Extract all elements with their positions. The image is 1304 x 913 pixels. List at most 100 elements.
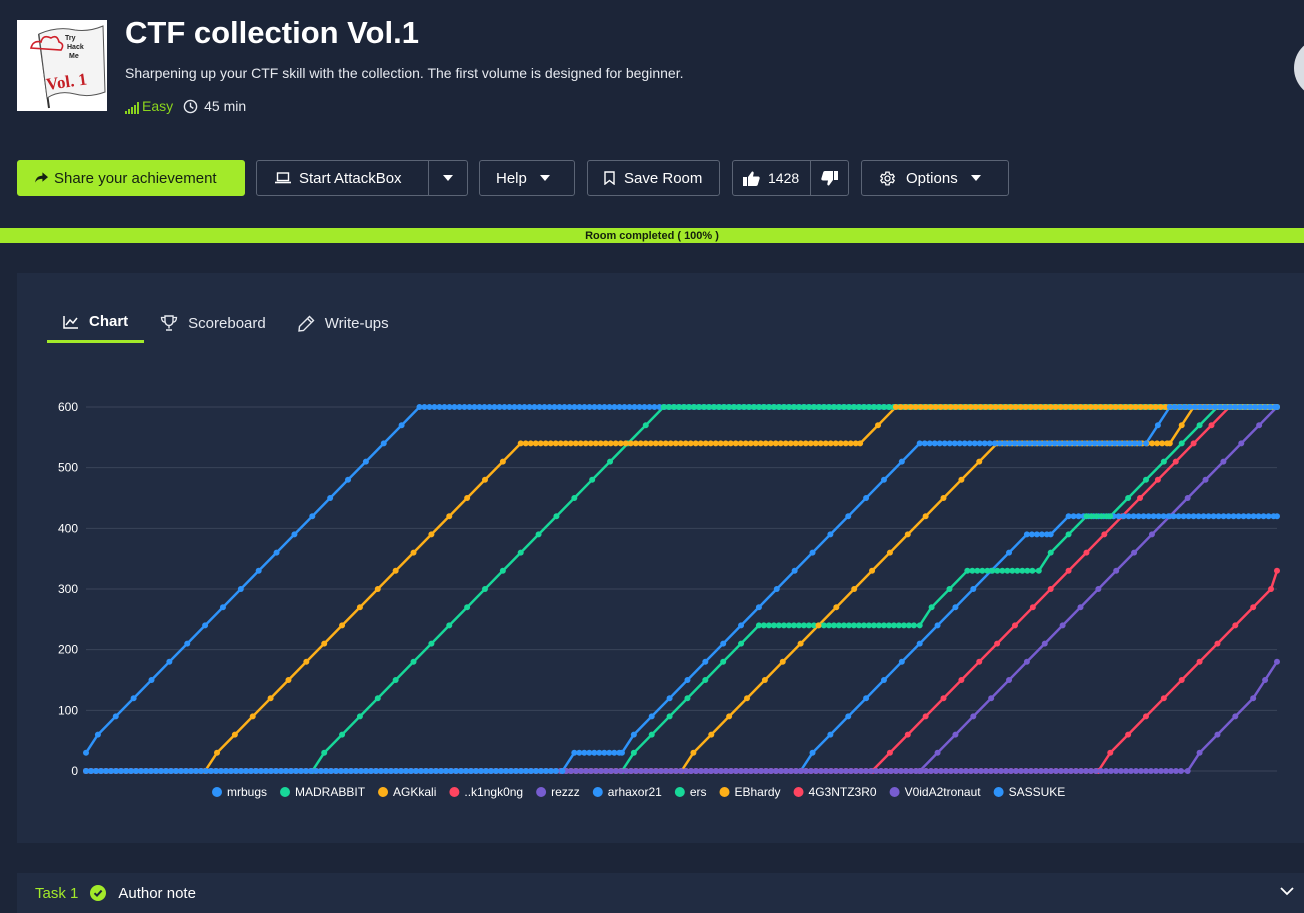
- data-point: [1035, 567, 1042, 574]
- options-button[interactable]: Options: [861, 160, 1009, 196]
- data-point: [374, 695, 381, 702]
- attackbox-dropdown-toggle[interactable]: [428, 161, 467, 195]
- data-point: [303, 658, 310, 665]
- data-point: [1059, 622, 1066, 629]
- data-point: [446, 513, 453, 520]
- downvote-button[interactable]: [811, 161, 848, 195]
- data-point: [1029, 567, 1036, 574]
- data-point: [1178, 422, 1185, 429]
- data-point: [886, 749, 893, 756]
- vote-group: 1428: [732, 160, 849, 196]
- data-point: [1256, 422, 1263, 429]
- data-point: [1178, 768, 1184, 774]
- data-point: [1047, 549, 1054, 556]
- tab-scoreboard[interactable]: Scoreboard: [144, 303, 282, 343]
- data-point: [94, 731, 101, 738]
- data-point: [886, 549, 893, 556]
- data-point: [553, 768, 559, 774]
- data-point: [720, 658, 727, 665]
- start-attackbox-button[interactable]: Start AttackBox: [256, 160, 468, 196]
- data-point: [1220, 458, 1227, 465]
- data-point: [249, 713, 256, 720]
- data-point: [398, 422, 405, 429]
- room-meta: Easy 45 min: [125, 98, 246, 114]
- upvote-button[interactable]: 1428: [733, 161, 812, 195]
- legend-marker: [536, 787, 547, 797]
- data-point: [827, 731, 834, 738]
- svg-text:Try: Try: [65, 35, 76, 42]
- legend-marker: [378, 787, 389, 797]
- data-point: [321, 749, 328, 756]
- tab-chart[interactable]: Chart: [47, 303, 145, 343]
- data-point: [231, 731, 238, 738]
- y-tick-label: 600: [58, 400, 78, 414]
- data-point: [1131, 549, 1138, 556]
- legend-label: mrbugs: [227, 785, 267, 799]
- data-point: [1083, 549, 1090, 556]
- data-point: [1214, 731, 1221, 738]
- y-tick-label: 100: [58, 703, 78, 717]
- data-point: [857, 440, 864, 447]
- data-point: [827, 531, 834, 538]
- legend-marker: [793, 787, 804, 797]
- share-icon: [35, 172, 48, 183]
- flag-logo-icon: Try Hack Me Vol. 1: [29, 25, 106, 109]
- data-point: [559, 768, 566, 774]
- data-point: [1107, 749, 1114, 756]
- data-point: [255, 567, 262, 574]
- series-line: [84, 405, 1277, 754]
- data-point: [922, 713, 929, 720]
- data-point: [976, 458, 983, 465]
- trophy-icon: [161, 315, 178, 331]
- legend-label: EBhardy: [735, 785, 781, 799]
- series-line: [86, 514, 1277, 773]
- data-point: [339, 731, 346, 738]
- data-point: [1172, 458, 1179, 465]
- share-achievement-button[interactable]: Share your achievement: [17, 160, 245, 196]
- user-avatar[interactable]: [1294, 38, 1304, 98]
- data-point: [916, 640, 923, 647]
- data-point: [1095, 586, 1102, 592]
- data-point: [940, 695, 947, 702]
- data-point: [863, 695, 870, 702]
- data-point: [755, 604, 762, 611]
- attackbox-label: Start AttackBox: [299, 169, 402, 187]
- data-point: [880, 677, 887, 683]
- y-tick-label: 200: [58, 643, 78, 657]
- y-tick-label: 400: [58, 521, 78, 535]
- save-room-button[interactable]: Save Room: [587, 160, 720, 196]
- legend-label: rezzz: [551, 785, 580, 799]
- data-point: [214, 749, 221, 756]
- data-point: [1011, 622, 1018, 629]
- data-point: [1262, 677, 1269, 683]
- data-point: [952, 604, 959, 611]
- data-point: [815, 622, 822, 629]
- data-point: [1154, 422, 1161, 429]
- tab-scoreboard-label: Scoreboard: [188, 314, 266, 332]
- data-point: [148, 677, 155, 683]
- tab-write-ups[interactable]: Write-ups: [282, 303, 405, 343]
- data-point: [797, 640, 804, 647]
- room-progress-bar: Room completed ( 100% ): [0, 228, 1304, 243]
- help-button[interactable]: Help: [479, 160, 575, 196]
- data-point: [1006, 549, 1013, 556]
- data-point: [952, 731, 959, 738]
- legend-marker: [889, 787, 900, 797]
- panel-tabs: Chart Scoreboard Write-ups: [47, 303, 405, 343]
- difficulty-badge: Easy: [125, 98, 173, 114]
- data-point: [166, 658, 173, 665]
- clock-icon: [183, 99, 198, 113]
- chevron-down-icon: [1280, 887, 1294, 896]
- data-point: [339, 622, 346, 629]
- data-point: [428, 531, 435, 538]
- upvote-count: 1428: [768, 170, 800, 186]
- data-point: [202, 622, 209, 629]
- data-point: [1125, 731, 1132, 738]
- data-point: [1274, 658, 1280, 665]
- task-1-header[interactable]: Task 1 Author note: [17, 873, 1304, 913]
- data-point: [1154, 476, 1161, 483]
- data-point: [618, 749, 625, 756]
- data-point: [1238, 440, 1245, 447]
- data-point: [1196, 749, 1203, 756]
- data-point: [1065, 531, 1072, 538]
